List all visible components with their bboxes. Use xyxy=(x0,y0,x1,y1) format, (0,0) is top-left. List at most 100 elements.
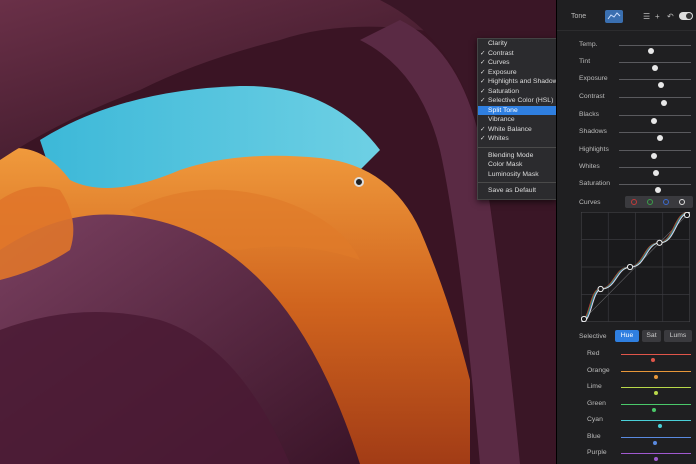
tab-hue[interactable]: Hue xyxy=(615,330,639,342)
selective-track[interactable] xyxy=(621,371,691,380)
slider-label: Temp. xyxy=(579,41,598,48)
add-icon[interactable]: + xyxy=(655,12,660,21)
selective-slider-green[interactable]: Green xyxy=(557,398,696,413)
selective-track[interactable] xyxy=(621,453,691,462)
menu-item-curves[interactable]: ✓ Curves xyxy=(478,58,556,68)
slider-track[interactable] xyxy=(619,132,691,141)
curves-svg[interactable] xyxy=(579,211,692,323)
slider-thumb[interactable] xyxy=(650,117,657,124)
slider-exposure[interactable]: Exposure xyxy=(557,73,696,88)
slider-blacks[interactable]: Blacks xyxy=(557,109,696,124)
slider-label: Exposure xyxy=(579,75,608,82)
selective-thumb[interactable] xyxy=(653,389,659,396)
slider-thumb[interactable] xyxy=(648,47,655,54)
slider-thumb[interactable] xyxy=(650,152,657,159)
selective-thumb[interactable] xyxy=(653,373,659,380)
slider-tint[interactable]: Tint xyxy=(557,56,696,71)
menu-item-label: Blending Mode xyxy=(488,151,534,159)
selective-track[interactable] xyxy=(621,387,691,396)
menu-separator xyxy=(478,182,556,183)
slider-thumb[interactable] xyxy=(652,64,658,71)
selective-slider-lime[interactable]: Lime xyxy=(557,381,696,396)
panel-toolbar: Tone ☰ + ↶ xyxy=(557,0,696,31)
slider-track[interactable] xyxy=(619,167,691,176)
slider-track[interactable] xyxy=(619,45,691,54)
selective-label: Orange xyxy=(587,367,610,374)
selective-track[interactable] xyxy=(621,420,691,429)
menu-item-white-balance[interactable]: ✓ White Balance xyxy=(478,125,556,135)
slider-track[interactable] xyxy=(619,150,691,159)
selective-thumb[interactable] xyxy=(656,422,663,429)
selective-slider-blue[interactable]: Blue xyxy=(557,431,696,446)
menu-item-saturation[interactable]: ✓ Saturation xyxy=(478,87,556,97)
menu-item-label: Clarity xyxy=(488,40,508,47)
slider-thumb[interactable] xyxy=(654,186,661,193)
menu-item-vibrance[interactable]: Vibrance xyxy=(478,115,556,125)
curves-graph[interactable] xyxy=(579,211,692,323)
curve-channel-selector[interactable] xyxy=(625,196,693,208)
selective-thumb[interactable] xyxy=(653,455,659,462)
slider-label: Whites xyxy=(579,163,600,170)
curve-point xyxy=(683,211,691,219)
slider-thumb[interactable] xyxy=(653,169,660,176)
slider-contrast[interactable]: Contrast xyxy=(557,91,696,106)
selective-slider-orange[interactable]: Orange xyxy=(557,365,696,380)
slider-shadows[interactable]: Shadows xyxy=(557,126,696,141)
menu-item-split-tone[interactable]: Split Tone xyxy=(478,105,556,115)
menu-item-selective-color-hsl[interactable]: ✓ Selective Color (HSL) xyxy=(478,96,556,106)
menu-item-luminosity-mask[interactable]: Luminosity Mask xyxy=(478,170,556,180)
menu-item-whites[interactable]: ✓ Whites xyxy=(478,134,556,144)
histogram-icon xyxy=(607,12,621,20)
menu-item-label: Curves xyxy=(488,59,510,66)
slider-track[interactable] xyxy=(619,97,691,106)
selective-slider-cyan[interactable]: Cyan xyxy=(557,414,696,429)
blue-channel-icon[interactable] xyxy=(663,199,669,205)
slider-track[interactable] xyxy=(619,62,691,71)
slider-saturation[interactable]: Saturation xyxy=(557,178,696,193)
list-icon[interactable]: ☰ xyxy=(643,12,650,21)
panel-title: Tone xyxy=(571,13,587,20)
adjustments-menu[interactable]: Clarity ✓ Contrast ✓ Curves ✓ Exposure ✓ Highlig… xyxy=(477,38,557,200)
selective-track[interactable] xyxy=(621,354,691,363)
menu-item-highlights-and-shadows[interactable]: ✓ Highlights and Shadows xyxy=(478,77,556,87)
menu-item-color-mask[interactable]: Color Mask xyxy=(478,160,556,170)
menu-item-label: Split Tone xyxy=(488,106,518,114)
menu-item-blending-mode[interactable]: Blending Mode xyxy=(478,151,556,161)
slider-highlights[interactable]: Highlights xyxy=(557,144,696,159)
menu-item-label: Exposure xyxy=(488,68,517,76)
slider-thumb[interactable] xyxy=(660,99,667,106)
tab-lums[interactable]: Lums xyxy=(664,330,692,342)
green-channel-icon[interactable] xyxy=(647,199,653,205)
selective-track[interactable] xyxy=(621,404,691,413)
menu-item-label: Color Mask xyxy=(488,161,523,168)
selective-thumb[interactable] xyxy=(649,356,656,363)
slider-track[interactable] xyxy=(619,79,691,88)
panel-toggle[interactable] xyxy=(679,12,693,20)
menu-item-contrast[interactable]: ✓ Contrast xyxy=(478,49,556,59)
selective-slider-purple[interactable]: Purple xyxy=(557,447,696,462)
slider-whites[interactable]: Whites xyxy=(557,161,696,176)
menu-item-clarity[interactable]: Clarity xyxy=(478,39,556,49)
menu-item-exposure[interactable]: ✓ Exposure xyxy=(478,68,556,78)
menu-item-save-as-default[interactable]: Save as Default xyxy=(478,186,556,196)
slider-thumb[interactable] xyxy=(657,134,664,141)
slider-track[interactable] xyxy=(619,184,691,193)
undo-icon[interactable]: ↶ xyxy=(667,12,674,21)
tab-sat[interactable]: Sat xyxy=(642,330,661,342)
menu-separator xyxy=(478,146,556,148)
red-channel-icon[interactable] xyxy=(631,199,637,205)
histogram-button[interactable] xyxy=(605,10,623,23)
selective-label: Cyan xyxy=(587,416,603,423)
slider-thumb[interactable] xyxy=(657,81,664,88)
photo-canvas[interactable] xyxy=(0,0,556,464)
slider-track[interactable] xyxy=(619,115,691,124)
selective-track[interactable] xyxy=(621,437,691,446)
selective-thumb[interactable] xyxy=(650,406,657,413)
selective-slider-red[interactable]: Red xyxy=(557,348,696,363)
selective-thumb[interactable] xyxy=(651,439,658,446)
slider-temp[interactable]: Temp. xyxy=(557,39,696,54)
curves-label: Curves xyxy=(579,199,601,206)
selective-label: Red xyxy=(587,350,600,357)
checkmark-icon: ✓ xyxy=(480,97,486,104)
rgb-channel-icon[interactable] xyxy=(679,199,685,205)
